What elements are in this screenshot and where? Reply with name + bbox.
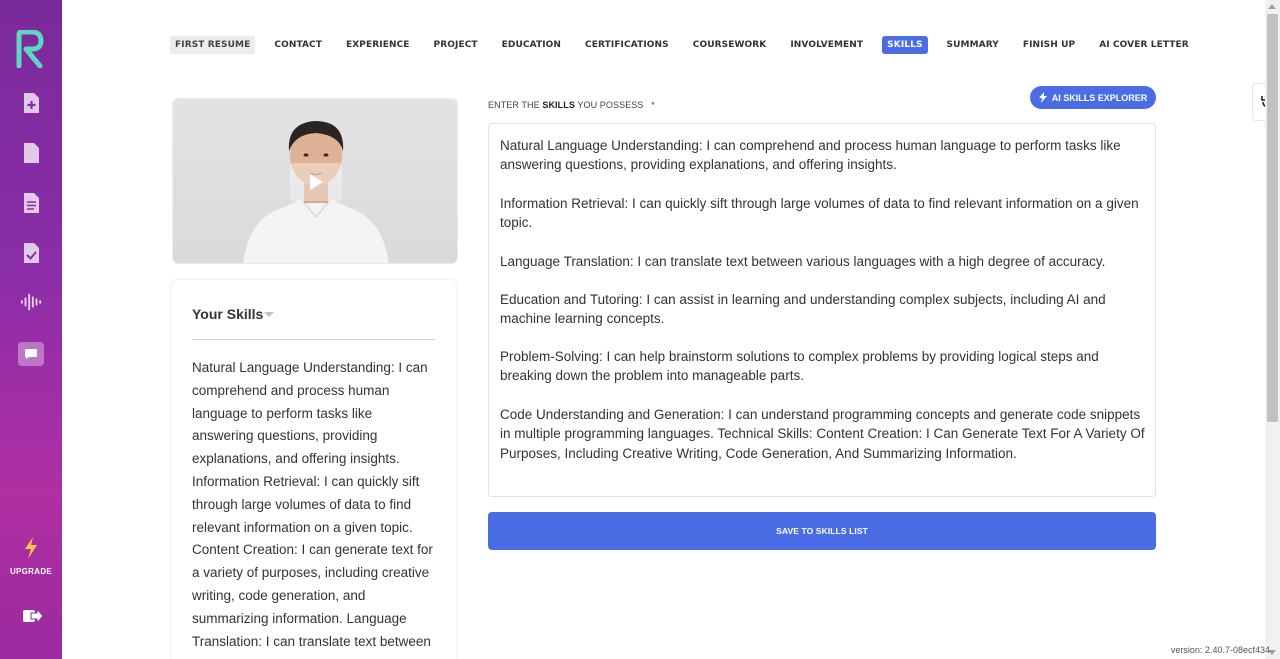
tab-involvement[interactable]: INVOLVEMENT [785,36,868,54]
logout-icon[interactable] [21,605,45,627]
label-prefix: ENTER THE [488,100,543,110]
checked-document-icon[interactable] [20,242,42,264]
tab-first-resume[interactable]: FIRST RESUME [170,36,256,54]
skill-paragraph: Language Translation: I can translate te… [500,254,1106,269]
tab-certifications[interactable]: CERTIFICATIONS [580,36,674,54]
sidebar: UPGRADE [0,0,62,659]
add-document-icon[interactable] [20,92,42,114]
tutorial-video[interactable] [172,98,458,264]
scrollbar-thumb[interactable] [1267,14,1278,422]
skills-list-text: Natural Language Understanding: I can co… [192,360,433,649]
chevron-down-icon[interactable] [264,312,274,317]
skills-textarea[interactable]: Natural Language Understanding: I can co… [488,123,1156,497]
label-suffix: YOU POSSESS [574,100,644,110]
upgrade-label: UPGRADE [9,567,53,576]
chat-bubble-icon[interactable] [18,342,44,366]
skill-paragraph: Natural Language Understanding: I can co… [500,138,1121,173]
skill-paragraph: Code Understanding and Generation: I can… [500,407,1145,461]
tab-coursework[interactable]: COURSEWORK [688,36,772,54]
audio-wave-icon[interactable] [20,291,42,313]
tab-experience[interactable]: EXPERIENCE [341,36,415,54]
skill-paragraph: Education and Tutoring: I can assist in … [500,292,1106,327]
tab-finish-up[interactable]: FINISH UP [1018,36,1080,54]
tab-contact[interactable]: CONTACT [269,36,327,54]
lightning-icon [1038,92,1047,103]
document-icon[interactable] [20,142,42,164]
required-mark: * [651,100,655,110]
upgrade-button[interactable]: UPGRADE [0,536,62,576]
tab-education[interactable]: EDUCATION [497,36,566,54]
resume-logo[interactable] [16,29,44,69]
ai-button-label: AI SKILLS EXPLORER [1051,92,1148,103]
play-icon[interactable] [290,163,342,201]
divider [192,339,435,340]
ai-skills-explorer-button[interactable]: AI SKILLS EXPLORER [1030,86,1156,109]
lightning-icon [25,537,37,559]
label-bold: SKILLS [542,100,575,110]
skill-paragraph: Information Retrieval: I can quickly sif… [500,196,1139,231]
version-label: version: 2.40.7-08ecf434 [1170,645,1270,655]
skill-paragraph: Problem-Solving: I can help brainstorm s… [500,349,1099,384]
skills-input-label: ENTER THE SKILLS YOU POSSESS * [488,100,655,110]
text-document-icon[interactable] [20,192,42,214]
tab-ai-cover-letter[interactable]: AI COVER LETTER [1094,36,1194,54]
section-tabs: FIRST RESUME CONTACT EXPERIENCE PROJECT … [170,35,1208,55]
save-to-skills-list-button[interactable]: SAVE TO SKILLS LIST [488,512,1156,550]
tab-skills[interactable]: SKILLS [882,36,928,54]
tab-summary[interactable]: SUMMARY [942,36,1004,54]
tab-project[interactable]: PROJECT [429,36,483,54]
your-skills-card: Your Skills Natural Language Understandi… [172,280,456,659]
scroll-up-icon[interactable] [1268,4,1276,9]
your-skills-title[interactable]: Your Skills [192,306,263,322]
